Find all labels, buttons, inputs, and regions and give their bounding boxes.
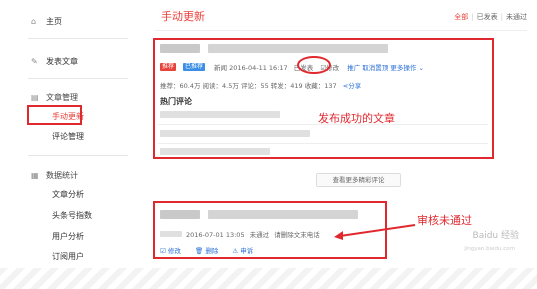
- sidebar-item-article-manage[interactable]: 文章管理: [46, 92, 78, 103]
- sidebar-item-data-stats[interactable]: 数据统计: [46, 170, 78, 181]
- status-filter-bar: 全部 | 已发表 | 未通过: [454, 13, 527, 21]
- watermark-url: jingyan.baidu.com: [464, 246, 515, 252]
- sidebar: ⌂ 主页 ✎ 发表文章 ▤ 文章管理 手动更新 评论管理 ▦ 数据统计 文章分析…: [0, 0, 140, 289]
- chart-icon: ▦: [31, 171, 39, 180]
- annotation-rejected: 审核未通过: [417, 214, 472, 227]
- sidebar-item-user-analysis[interactable]: 用户分析: [52, 231, 84, 242]
- footer-stripe: [0, 268, 537, 289]
- sidebar-item-toutiao-index[interactable]: 头条号指数: [52, 210, 92, 221]
- sidebar-divider: [28, 78, 128, 79]
- filter-all[interactable]: 全部: [454, 13, 468, 21]
- highlight-box-manual-update: [27, 105, 82, 125]
- sidebar-item-home[interactable]: 主页: [46, 16, 62, 27]
- sidebar-divider: [28, 155, 128, 156]
- document-icon: ▤: [31, 93, 39, 102]
- watermark-logo: Baidu 经验: [472, 231, 519, 241]
- sidebar-divider: [28, 38, 128, 39]
- edit-icon: ✎: [31, 57, 38, 66]
- header-divider: [155, 30, 527, 31]
- annotation-arrow: [334, 224, 416, 240]
- sidebar-item-publish[interactable]: 发表文章: [46, 56, 78, 67]
- sidebar-item-comment-manage[interactable]: 评论管理: [52, 131, 84, 142]
- filter-rejected[interactable]: 未通过: [506, 13, 527, 21]
- page-title: 手动更新: [161, 10, 205, 23]
- sidebar-item-subscribers[interactable]: 订阅用户: [52, 251, 84, 262]
- sidebar-item-article-analysis[interactable]: 文章分析: [52, 189, 84, 200]
- highlight-box-published: [153, 38, 494, 159]
- more-comments-button[interactable]: 查看更多精彩评论: [316, 173, 401, 187]
- home-icon: ⌂: [31, 17, 37, 26]
- filter-published[interactable]: 已发表: [477, 13, 498, 21]
